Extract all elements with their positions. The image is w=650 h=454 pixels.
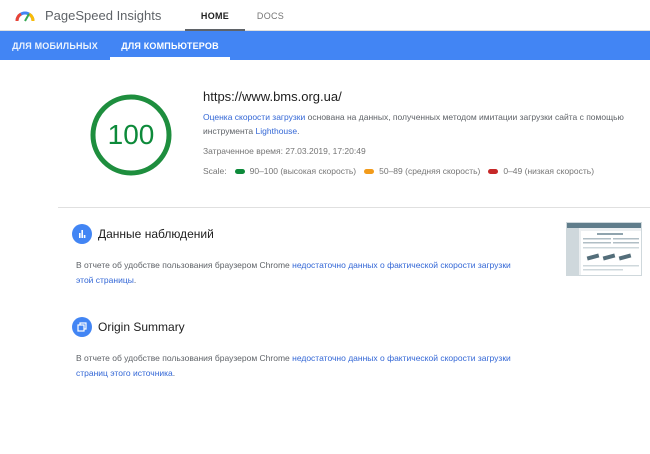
score-info-link[interactable]: Оценка скорости загрузки (203, 112, 305, 122)
field-data-end: . (133, 275, 137, 285)
origin-summary-end: . (172, 368, 176, 378)
page-screenshot-thumbnail (566, 222, 642, 276)
pagespeed-logo-icon[interactable] (15, 8, 35, 22)
scale-good-label: 90–100 (высокая скорость) (249, 166, 357, 176)
field-data-prefix: В отчете об удобстве пользования браузер… (76, 260, 293, 270)
analysis-time: Затраченное время: 27.03.2019, 17:20:49 (203, 146, 366, 156)
field-data-text: В отчете об удобстве пользования браузер… (76, 258, 516, 288)
scale-poor-label: 0–49 (низкая скорость) (503, 166, 595, 176)
scale-label: Scale: (203, 166, 227, 176)
scale-dot-good (234, 168, 245, 174)
device-tab-bar: ДЛЯ МОБИЛЬНЫХ ДЛЯ КОМПЬЮТЕРОВ (0, 31, 650, 60)
top-app-bar: PageSpeed Insights HOME DOCS (0, 0, 650, 31)
scale-average-label: 50–89 (средняя скорость) (379, 166, 481, 176)
bar-chart-icon (72, 224, 92, 244)
brand-title[interactable]: PageSpeed Insights (45, 8, 161, 23)
layers-icon (72, 317, 92, 337)
nav-tab-home[interactable]: HOME (185, 0, 245, 31)
analyzed-url: https://www.bms.org.ua/ (203, 89, 342, 104)
description-end: . (297, 126, 300, 136)
score-scale: Scale: 90–100 (высокая скорость) 50–89 (… (203, 166, 594, 176)
tab-mobile[interactable]: ДЛЯ МОБИЛЬНЫХ (0, 31, 110, 60)
section-divider (58, 207, 650, 208)
origin-summary-prefix: В отчете об удобстве пользования браузер… (76, 353, 293, 363)
origin-summary-title: Origin Summary (98, 320, 185, 334)
performance-score: 100 (107, 119, 155, 150)
score-description: Оценка скорости загрузки основана на дан… (203, 110, 648, 138)
field-data-title: Данные наблюдений (98, 227, 214, 241)
nav-tab-docs[interactable]: DOCS (248, 0, 293, 31)
scale-dot-average (364, 168, 375, 174)
tab-desktop[interactable]: ДЛЯ КОМПЬЮТЕРОВ (110, 31, 230, 60)
lighthouse-link[interactable]: Lighthouse (256, 126, 298, 136)
scale-dot-poor (488, 168, 499, 174)
origin-summary-text: В отчете об удобстве пользования браузер… (76, 351, 516, 381)
